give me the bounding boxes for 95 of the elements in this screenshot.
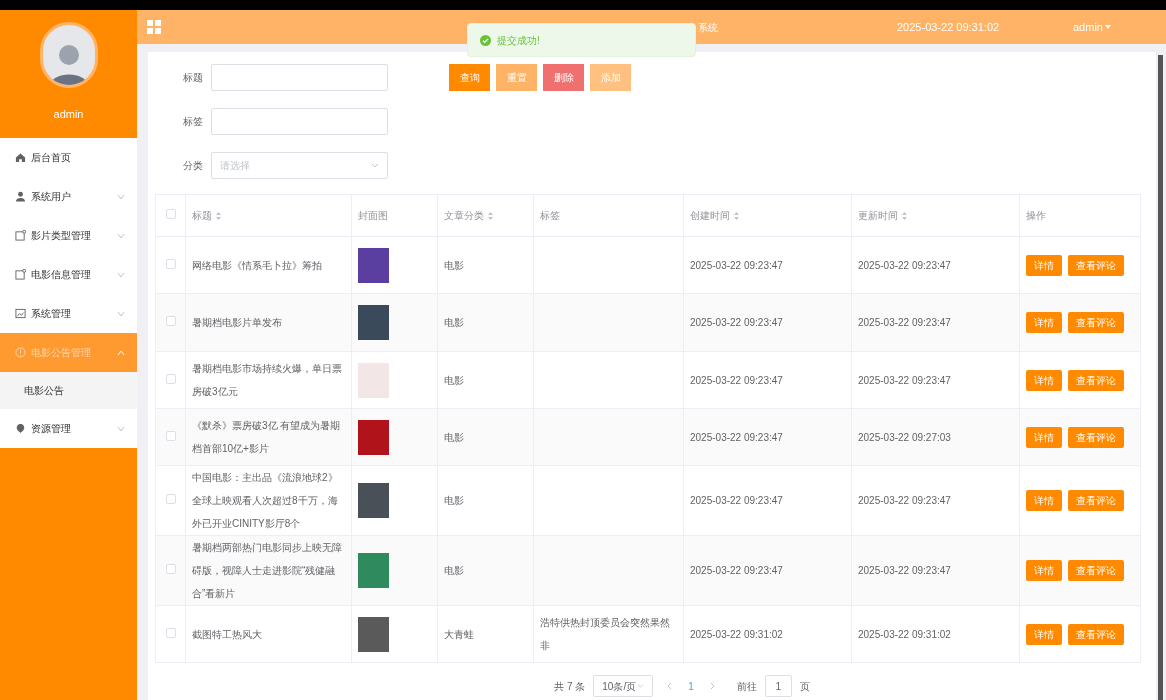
updated-time: 2025-03-22 09:23:47 <box>858 259 951 271</box>
view-comments-button[interactable]: 查看评论 <box>1068 560 1124 581</box>
category-text: 电影 <box>444 374 464 386</box>
article-title: 网络电影《情系毛卜拉》筹拍 <box>192 259 322 271</box>
filter-label: 标签 <box>183 115 204 129</box>
submenu-item[interactable]: 电影公告 <box>0 372 137 409</box>
previous-page-icon[interactable] <box>667 682 673 690</box>
document-icon <box>15 269 26 280</box>
created-time: 2025-03-22 09:23:47 <box>690 374 783 386</box>
page-size-select[interactable]: 10条/页 <box>593 675 654 697</box>
updated-time: 2025-03-22 09:23:47 <box>858 495 951 506</box>
category-text: 电影 <box>444 259 464 271</box>
page-input[interactable]: 1 <box>764 675 792 697</box>
column-header: 标签 <box>540 209 560 223</box>
header-title: 系统 <box>698 20 718 35</box>
view-comments-button[interactable]: 查看评论 <box>1068 254 1124 276</box>
created-time: 2025-03-22 09:31:02 <box>690 628 783 640</box>
checkbox[interactable] <box>165 430 176 441</box>
created-time: 2025-03-22 09:23:47 <box>690 317 783 328</box>
next-page-icon[interactable] <box>709 682 715 690</box>
created-time: 2025-03-22 09:23:47 <box>690 495 783 506</box>
menu-item[interactable]: 电影公告管理 <box>0 333 137 372</box>
article-title: 暑期档电影片单发布 <box>192 317 282 328</box>
delete-button[interactable]: 删除 <box>543 64 584 91</box>
view-comments-button[interactable]: 查看评论 <box>1068 369 1124 391</box>
checkbox[interactable] <box>165 373 176 384</box>
toast-message: 提交成功! <box>497 33 540 48</box>
detail-button[interactable]: 详情 <box>1026 369 1062 391</box>
user-menu[interactable]: admin <box>1073 18 1111 36</box>
column-header[interactable]: 文章分类 <box>444 208 493 223</box>
updated-time: 2025-03-22 09:23:47 <box>858 374 951 386</box>
document-icon <box>15 230 26 241</box>
view-comments-button[interactable]: 查看评论 <box>1068 490 1124 511</box>
view-comments-button[interactable]: 查看评论 <box>1068 623 1124 645</box>
created-time: 2025-03-22 09:23:47 <box>690 431 783 443</box>
article-title: 中国电影：主出品《流浪地球2》全球上映观看人次超过8千万，海外已开业CINITY影厅8个 <box>192 472 338 529</box>
caret-down-icon <box>1104 25 1111 29</box>
created-time: 2025-03-22 09:23:47 <box>690 259 783 271</box>
home-icon <box>15 152 26 163</box>
category-text: 电影 <box>444 317 464 328</box>
checkbox[interactable] <box>165 564 176 574</box>
column-header: 封面图 <box>358 209 388 223</box>
check-circle-icon <box>480 34 491 46</box>
page-suffix: 页 <box>799 679 810 694</box>
article-title: 暑期档电影市场持续火爆，单日票房破3亿元 <box>192 363 342 397</box>
scrollbar[interactable] <box>1158 55 1163 700</box>
pin-icon <box>15 423 26 434</box>
tag-text: 浩特供热封顶委员会突然果然非 <box>540 617 670 651</box>
detail-button[interactable]: 详情 <box>1026 312 1062 333</box>
goto-label: 前往 <box>736 679 757 694</box>
chevron-down-icon <box>637 684 645 688</box>
detail-button[interactable]: 详情 <box>1026 254 1062 276</box>
category-text: 电影 <box>444 565 464 576</box>
updated-time: 2025-03-22 09:27:03 <box>858 431 951 443</box>
text-input[interactable] <box>211 108 388 135</box>
category-text: 电影 <box>444 495 464 506</box>
column-header[interactable]: 标题 <box>192 208 221 223</box>
image-icon <box>15 308 26 319</box>
column-header[interactable]: 更新时间 <box>858 208 907 223</box>
total-count: 共 7 条 <box>554 679 586 694</box>
category-text: 电影 <box>444 431 464 443</box>
add-button[interactable]: 添加 <box>590 64 631 91</box>
column-header[interactable]: 创建时间 <box>690 208 739 223</box>
filter-label: 标题 <box>183 71 204 85</box>
article-title: 《默杀》票房破3亿 有望成为暑期档首部10亿+影片 <box>192 420 341 454</box>
detail-button[interactable]: 详情 <box>1026 623 1062 645</box>
detail-button[interactable]: 详情 <box>1026 490 1062 511</box>
text-input[interactable] <box>211 64 388 91</box>
chevron-down-icon <box>371 163 379 168</box>
article-title: 截图特工热风大 <box>192 628 262 640</box>
column-header: 操作 <box>1026 209 1046 223</box>
updated-time: 2025-03-22 09:23:47 <box>858 565 951 576</box>
detail-button[interactable]: 详情 <box>1026 426 1062 448</box>
checkbox[interactable] <box>165 316 176 326</box>
view-comments-button[interactable]: 查看评论 <box>1068 426 1124 448</box>
checkbox[interactable] <box>165 209 176 219</box>
article-title: 暑期档两部热门电影同步上映无障碍版，视障人士走进影院“残健融合”看新片 <box>192 542 342 599</box>
search-button[interactable]: 查询 <box>449 64 490 91</box>
user-icon <box>15 191 26 202</box>
updated-time: 2025-03-22 09:23:47 <box>858 317 951 328</box>
info-circle-icon <box>15 347 26 358</box>
checkbox[interactable] <box>165 494 176 504</box>
view-comments-button[interactable]: 查看评论 <box>1068 312 1124 333</box>
page-number[interactable]: 1 <box>680 678 702 694</box>
created-time: 2025-03-22 09:23:47 <box>690 565 783 576</box>
reset-button[interactable]: 重置 <box>496 64 537 91</box>
detail-button[interactable]: 详情 <box>1026 560 1062 581</box>
sidebar-username: admin <box>53 107 84 122</box>
checkbox[interactable] <box>165 258 176 269</box>
updated-time: 2025-03-22 09:31:02 <box>858 628 951 640</box>
header-datetime: 2025-03-22 09:31:02 <box>897 19 1000 35</box>
checkbox[interactable] <box>165 627 176 638</box>
filter-label: 分类 <box>183 159 204 173</box>
grid-menu-icon[interactable] <box>147 20 161 34</box>
category-text: 大青蛙 <box>444 628 474 640</box>
